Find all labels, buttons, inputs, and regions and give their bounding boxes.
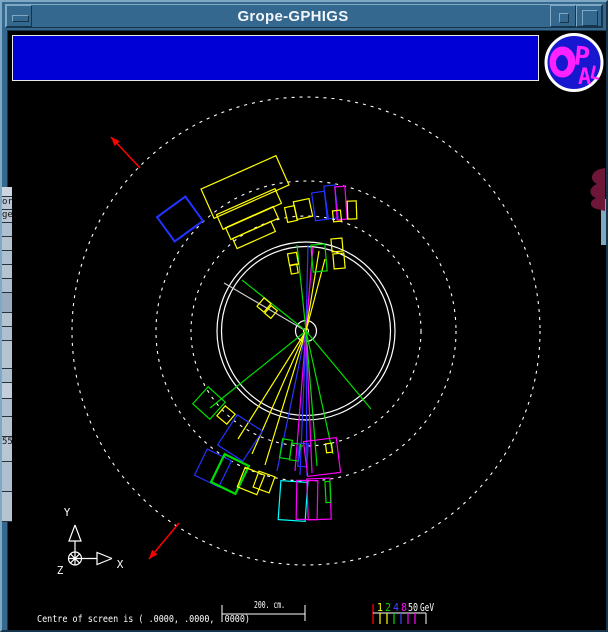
background-window-button[interactable] — [2, 462, 12, 492]
background-window-button[interactable] — [2, 265, 12, 279]
background-window-button[interactable]: or — [2, 197, 12, 210]
background-window-button[interactable] — [2, 417, 12, 437]
background-window-button[interactable] — [2, 223, 12, 237]
right-frame-segment — [601, 199, 606, 245]
window-title: Grope-GPHIGS — [36, 5, 550, 27]
titlebar: Grope-GPHIGS — [5, 4, 603, 28]
minimize-icon — [559, 13, 569, 23]
background-window-button[interactable] — [2, 293, 12, 313]
background-window-button[interactable] — [2, 187, 12, 197]
minimize-button[interactable] — [550, 5, 576, 27]
background-window-button[interactable]: 55 — [2, 437, 12, 462]
background-window-button[interactable] — [2, 279, 12, 293]
event-info-panel: Run:event 8402:100809 Ctrk(N= 57 Sump=10… — [12, 35, 539, 81]
background-window-button[interactable] — [2, 251, 12, 265]
grope-gphigs-window: Grope-GPHIGS Run:event 8402:100809 Ctrk(… — [0, 0, 608, 632]
event-display-canvas[interactable] — [7, 30, 606, 630]
background-window-sliver[interactable]: orge 55 — [2, 187, 12, 522]
info-line-1: Run:event 8402:100809 Ctrk(N= 57 Sump=10… — [18, 78, 533, 81]
window-menu-button[interactable] — [6, 5, 32, 27]
background-window-button[interactable]: ge — [2, 210, 12, 223]
background-window-button[interactable] — [2, 313, 12, 327]
maximize-icon — [582, 10, 598, 26]
opal-logo-letter-o-hole — [556, 55, 568, 71]
background-window-button[interactable] — [2, 383, 12, 399]
background-window-button[interactable] — [2, 327, 12, 341]
window-menu-icon — [12, 15, 29, 22]
background-window-button[interactable] — [2, 341, 12, 369]
opal-logo: P A L — [541, 32, 607, 94]
background-window-button[interactable] — [2, 399, 12, 417]
maximize-button[interactable] — [576, 5, 602, 27]
background-window-button[interactable] — [2, 492, 12, 522]
background-window-button[interactable] — [2, 237, 12, 251]
background-window-button[interactable] — [2, 369, 12, 383]
